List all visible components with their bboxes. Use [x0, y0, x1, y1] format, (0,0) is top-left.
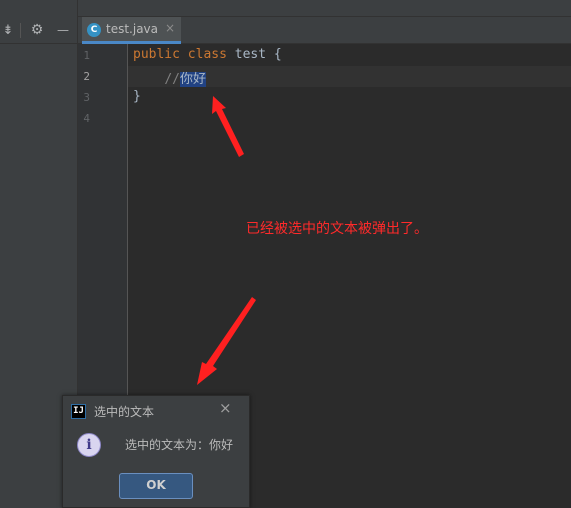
- class-name: test: [234, 47, 267, 62]
- annotation-text: 已经被选中的文本被弹出了。: [246, 221, 428, 237]
- line-number: 3: [83, 91, 90, 104]
- dialog-message: 选中的文本为：你好: [125, 438, 234, 452]
- selected-text: 你好: [179, 72, 206, 87]
- ok-button[interactable]: OK: [119, 473, 193, 499]
- close-icon[interactable]: ×: [165, 21, 175, 35]
- code-line-2[interactable]: //你好: [133, 68, 206, 87]
- project-toolbar: ⇟ ⚙ —: [0, 17, 78, 44]
- tab-test-java[interactable]: C test.java ×: [82, 17, 181, 44]
- line-number: 1: [83, 49, 90, 62]
- message-dialog: IJ 选中的文本 × i 选中的文本为：你好 OK: [62, 395, 250, 508]
- window-top-strip: [0, 0, 571, 17]
- line-number: 4: [83, 112, 90, 125]
- java-class-icon: C: [87, 23, 101, 37]
- code-line-1[interactable]: public class test {: [133, 47, 282, 62]
- arrow-to-dialog: [197, 297, 256, 385]
- comment-marker: //: [164, 72, 180, 87]
- close-icon[interactable]: ×: [219, 399, 232, 417]
- keyword-class: class: [187, 47, 227, 62]
- collapse-icon[interactable]: ⇟: [0, 17, 16, 44]
- arrow-to-selection: [212, 96, 244, 157]
- close-brace: }: [133, 89, 141, 104]
- editor-tab-bar: C test.java ×: [78, 17, 571, 44]
- toolbar-separator: [20, 23, 21, 38]
- line-number: 2: [83, 70, 90, 83]
- minimize-icon[interactable]: —: [54, 17, 72, 44]
- intellij-app-icon: IJ: [71, 404, 86, 419]
- keyword-public: public: [133, 47, 180, 62]
- code-line-3[interactable]: }: [133, 89, 141, 104]
- tab-label: test.java: [106, 22, 159, 36]
- info-icon: i: [77, 433, 101, 457]
- dialog-title: 选中的文本: [94, 405, 155, 419]
- open-brace: {: [273, 47, 282, 62]
- gear-icon[interactable]: ⚙: [28, 17, 46, 44]
